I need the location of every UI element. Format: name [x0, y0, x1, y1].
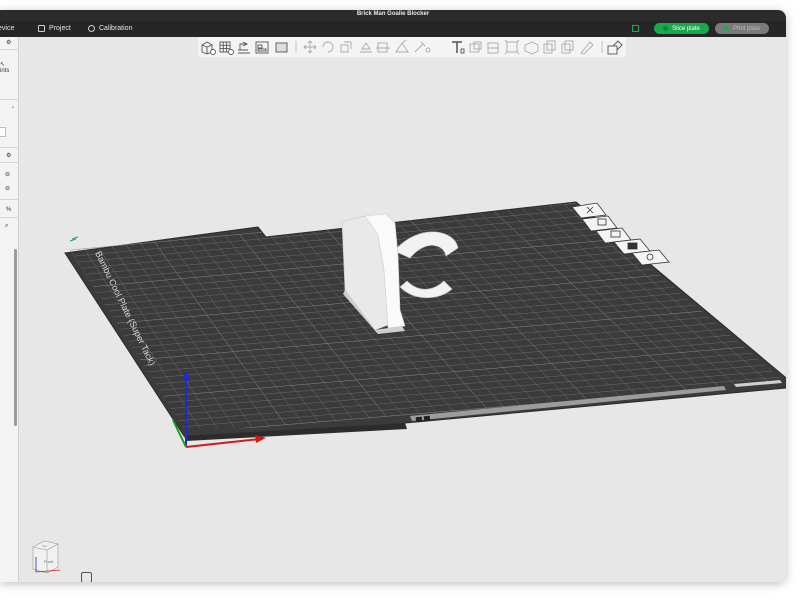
3d-viewport[interactable]: Bambu Cool Plate (Super Tack): [20, 37, 786, 582]
edit-icon[interactable]: •: [12, 105, 14, 111]
filament-1-icon[interactable]: ⊖: [5, 171, 10, 178]
slice-dropdown-icon: [663, 26, 669, 31]
filament-2-icon[interactable]: ⊖: [5, 185, 10, 192]
wrench-icon: ↖: [0, 62, 6, 68]
menu-calibration[interactable]: Calibration: [88, 25, 132, 32]
app-window: Brick Man Goalie Blocker evice Project C…: [0, 10, 786, 582]
window-title: Brick Man Goalie Blocker: [356, 11, 430, 17]
menu-project[interactable]: Project: [38, 25, 71, 32]
plate-qr-icon: [423, 415, 431, 422]
sidebar-item-ints[interactable]: ↖ ints: [0, 61, 9, 74]
menu-device-label: evice: [0, 25, 15, 32]
plate-marker-icon: [69, 236, 79, 242]
sidebar-scrollbar[interactable]: [14, 249, 17, 426]
slice-plate-button[interactable]: Slice plate: [654, 23, 709, 34]
search-icon[interactable]: ⌕: [5, 223, 8, 230]
view-cube-top-label: Top: [42, 544, 47, 548]
menu-calibration-label: Calibration: [99, 25, 133, 32]
settings-icon[interactable]: ⚙: [6, 39, 11, 46]
filament-settings-icon[interactable]: ⚙: [6, 152, 11, 159]
print-plate-button[interactable]: Print plate: [715, 23, 769, 34]
project-icon: [38, 25, 45, 32]
plate-grid-icon[interactable]: [632, 25, 639, 32]
zoom-fit-icon[interactable]: [81, 572, 92, 582]
left-sidebar: ⚙ ↖ ints • ⚙ ⊖ ⊖ % ⌕: [0, 37, 19, 582]
value-field[interactable]: [0, 127, 6, 137]
title-bar: Brick Man Goalie Blocker: [0, 10, 786, 21]
slice-plate-label: Slice plate: [672, 25, 700, 32]
print-dropdown-icon: [723, 26, 729, 31]
menu-bar: evice Project Calibration Slice plate Pr…: [0, 21, 786, 37]
sidebar-ints-label: ints: [0, 68, 10, 74]
menu-project-label: Project: [49, 25, 71, 32]
build-plate-scene: Bambu Cool Plate (Super Tack): [64, 201, 786, 448]
plate-logo-icon: [415, 416, 423, 423]
menu-device[interactable]: evice: [0, 25, 14, 32]
calibration-icon: [88, 25, 95, 32]
print-plate-label: Print plate: [732, 25, 760, 32]
sidebar-percent[interactable]: %: [6, 207, 11, 213]
view-cube-front-label: Front: [44, 559, 54, 564]
view-cube[interactable]: Top Front: [30, 537, 70, 577]
